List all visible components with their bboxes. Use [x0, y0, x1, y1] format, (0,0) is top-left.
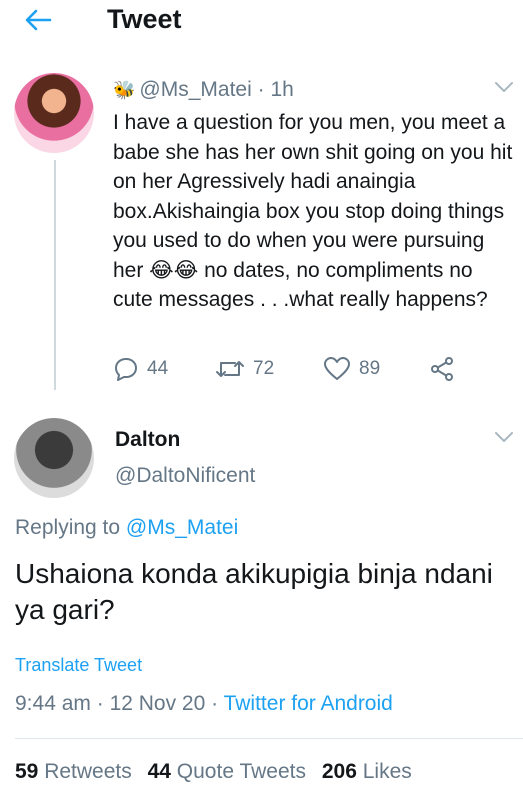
engagement-stats: 59 Retweets 44 Quote Tweets 206 Likes — [15, 760, 422, 784]
heart-icon — [324, 357, 350, 380]
bee-emoji-icon: 🐝 — [113, 80, 136, 100]
share-button[interactable] — [429, 354, 455, 384]
tweet-meta: 🐝 @Ms_Matei · 1h — [113, 78, 294, 101]
retweet-button[interactable]: 72 — [215, 354, 274, 384]
tweet-actions: 44 72 89 — [113, 354, 473, 384]
retweets-stat[interactable]: 59 Retweets — [15, 760, 132, 783]
tweet-time: 1h — [270, 78, 294, 101]
like-button[interactable]: 89 — [323, 354, 380, 384]
replying-to: Replying to @Ms_Matei — [15, 516, 238, 540]
avatar[interactable] — [14, 73, 94, 153]
client-link[interactable]: Twitter for Android — [224, 692, 393, 715]
avatar[interactable] — [14, 418, 94, 498]
retweet-icon — [216, 361, 244, 377]
like-count: 89 — [359, 358, 381, 379]
retweet-count: 72 — [253, 358, 275, 379]
author-name[interactable]: Dalton — [115, 428, 180, 452]
likes-stat[interactable]: 206 Likes — [322, 760, 412, 783]
tweet-date: 12 Nov 20 — [109, 692, 206, 715]
author-handle[interactable]: @Ms_Matei — [139, 78, 251, 101]
mention-link[interactable]: @Ms_Matei — [126, 516, 238, 539]
replying-prefix: Replying to — [15, 516, 126, 539]
author-handle[interactable]: @DaltoNificent — [115, 464, 255, 488]
thread-line — [54, 160, 56, 390]
top-bar: Tweet — [0, 0, 523, 46]
arrow-left-icon[interactable] — [24, 8, 52, 32]
tweet-time: 9:44 am — [15, 692, 91, 715]
tweet-text: I have a question for you men, you meet … — [113, 111, 519, 311]
chevron-down-icon[interactable] — [494, 80, 514, 94]
share-icon — [431, 357, 453, 381]
quote-tweets-stat[interactable]: 44 Quote Tweets — [148, 760, 306, 783]
reply-count: 44 — [147, 358, 169, 379]
reply-text: Ushaiona konda akikupigia binja ndani ya… — [15, 558, 493, 625]
reply-icon — [115, 358, 137, 381]
reply-button[interactable]: 44 — [113, 354, 168, 384]
divider — [15, 738, 523, 739]
translate-tweet-link[interactable]: Translate Tweet — [15, 655, 142, 676]
chevron-down-icon[interactable] — [494, 430, 514, 444]
tweet-timestamp: 9:44 am · 12 Nov 20 · Twitter for Androi… — [15, 692, 393, 715]
page-title: Tweet — [107, 4, 182, 34]
